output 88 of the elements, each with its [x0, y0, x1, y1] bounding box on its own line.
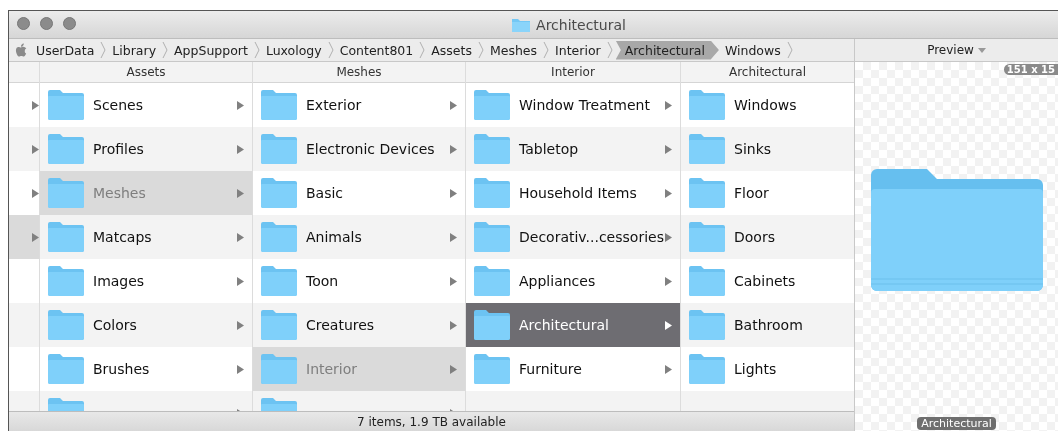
preview-caption: Architectural: [917, 417, 996, 430]
folder-row[interactable]: Toon: [253, 259, 465, 303]
folder-row[interactable]: Cabinets: [681, 259, 854, 303]
folder-icon: [473, 177, 511, 209]
folder-icon: [47, 309, 85, 341]
folder-row[interactable]: Furniture: [466, 347, 680, 391]
folder-row[interactable]: Animals: [253, 215, 465, 259]
folder-icon: [688, 177, 726, 209]
folder-row[interactable]: Doors: [681, 215, 854, 259]
column-header[interactable]: Assets: [126, 65, 166, 79]
folder-row[interactable]: Images: [40, 259, 252, 303]
column-header[interactable]: Interior: [551, 65, 595, 79]
folder-icon: [260, 221, 298, 253]
folder-row[interactable]: Window Treatment: [466, 83, 680, 127]
chevron-icon: [327, 40, 334, 60]
folder-row[interactable]: Exterior: [253, 83, 465, 127]
folder-row[interactable]: Basic: [253, 171, 465, 215]
path-item[interactable]: Meshes: [486, 41, 541, 59]
folder-icon: [688, 221, 726, 253]
folder-icon: [47, 133, 85, 165]
folder-icon: [47, 221, 85, 253]
folder-icon: [688, 265, 726, 297]
chevron-icon: [162, 40, 169, 60]
preview-header[interactable]: Preview: [927, 43, 974, 57]
folder-icon: [473, 309, 511, 341]
folder-icon: [688, 133, 726, 165]
path-item[interactable]: UserData: [33, 41, 98, 59]
folder-icon: [473, 353, 511, 385]
chevron-icon: [253, 40, 260, 60]
path-item[interactable]: Interior: [552, 41, 604, 59]
path-item[interactable]: Luxology: [262, 41, 325, 59]
folder-icon: [688, 89, 726, 121]
folder-icon: [47, 89, 85, 121]
folder-icon: [47, 265, 85, 297]
folder-row[interactable]: Architectural: [466, 303, 680, 347]
folder-icon: [473, 265, 511, 297]
chevron-icon: [419, 40, 426, 60]
folder-row[interactable]: Colors: [40, 303, 252, 347]
folder-icon: [688, 309, 726, 341]
folder-icon: [260, 265, 298, 297]
folder-icon: [511, 16, 532, 33]
chevron-icon: [477, 40, 484, 60]
folder-row[interactable]: Electronic Devices: [253, 127, 465, 171]
folder-icon: [260, 177, 298, 209]
folder-icon: [260, 353, 298, 385]
size-badge: 151 x 15: [1003, 64, 1058, 75]
folder-icon: [260, 89, 298, 121]
folder-row[interactable]: Bathroom: [681, 303, 854, 347]
close-button[interactable]: [17, 17, 30, 30]
folder-icon: [473, 133, 511, 165]
path-item[interactable]: AppSupport: [171, 41, 251, 59]
folder-row[interactable]: Scenes: [40, 83, 252, 127]
path-item[interactable]: Library: [109, 41, 160, 59]
folder-icon: [260, 309, 298, 341]
folder-icon: [260, 133, 298, 165]
folder-row[interactable]: Decorativ...cessories: [466, 215, 680, 259]
folder-icon: [473, 221, 511, 253]
folder-row[interactable]: Creatures: [253, 303, 465, 347]
folder-icon: [473, 89, 511, 121]
folder-icon: [47, 177, 85, 209]
folder-row[interactable]: Matcaps: [40, 215, 252, 259]
folder-row[interactable]: Windows: [681, 83, 854, 127]
folder-row[interactable]: Tabletop: [466, 127, 680, 171]
folder-icon: [47, 353, 85, 385]
dropdown-icon: [977, 47, 986, 53]
status-text: 7 items, 1.9 TB available: [357, 414, 506, 429]
path-item[interactable]: Architectural: [615, 40, 719, 60]
path-item[interactable]: Windows: [721, 41, 784, 59]
column-header[interactable]: Meshes: [336, 65, 382, 79]
apple-icon[interactable]: [15, 42, 28, 58]
folder-row[interactable]: Household Items: [466, 171, 680, 215]
folder-row[interactable]: Appliances: [466, 259, 680, 303]
zoom-button[interactable]: [63, 17, 76, 30]
folder-row[interactable]: Sinks: [681, 127, 854, 171]
folder-row[interactable]: Profiles: [40, 127, 252, 171]
window-title: Architectural: [536, 16, 626, 33]
path-item[interactable]: Assets: [428, 41, 475, 59]
chevron-icon: [786, 40, 793, 60]
minimize-button[interactable]: [40, 17, 53, 30]
folder-icon: [688, 353, 726, 385]
chevron-icon: [543, 40, 550, 60]
path-item[interactable]: Content801: [336, 41, 417, 59]
chevron-icon: [100, 40, 107, 60]
folder-row[interactable]: Floor: [681, 171, 854, 215]
chevron-icon: [606, 40, 613, 60]
folder-row[interactable]: Brushes: [40, 347, 252, 391]
folder-row[interactable]: Lights: [681, 347, 854, 391]
column-header[interactable]: Architectural: [728, 65, 806, 79]
